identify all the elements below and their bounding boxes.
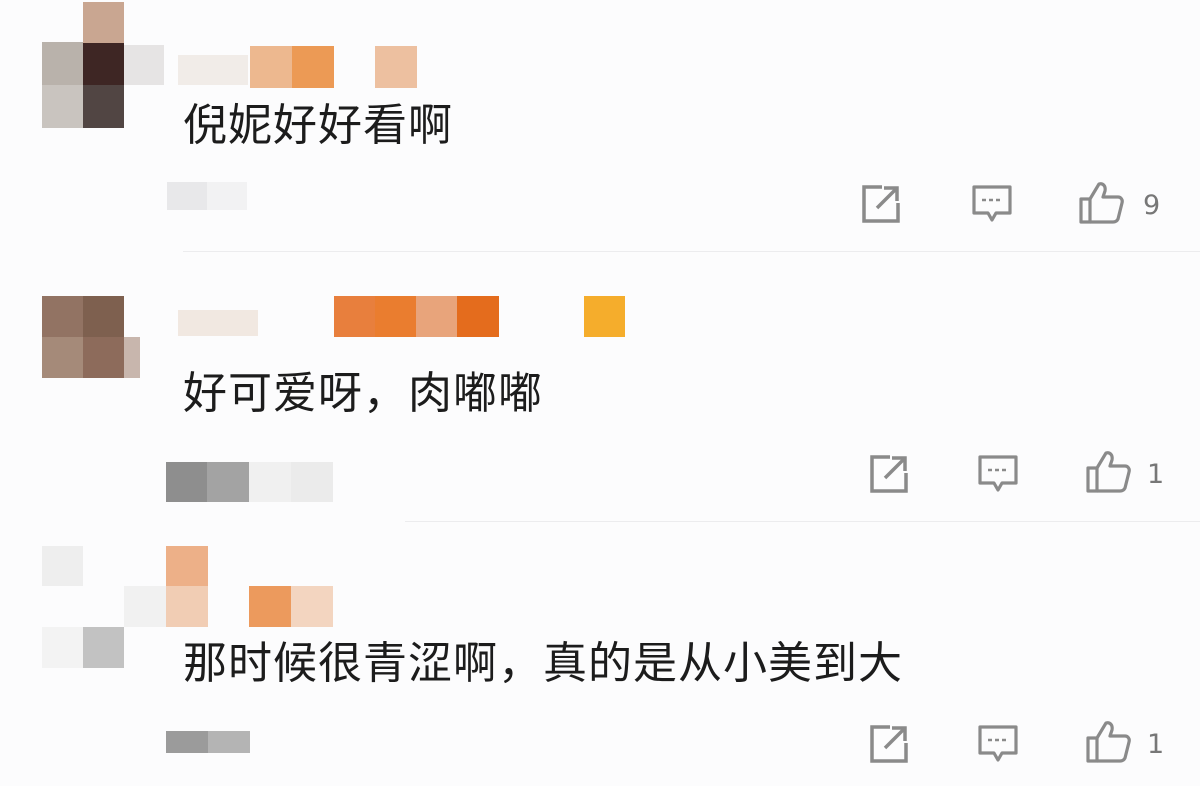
timestamp: [208, 731, 250, 753]
username: [166, 546, 208, 586]
comment-button[interactable]: [976, 723, 1020, 765]
avatar: [42, 627, 83, 668]
like-count: 1: [1147, 729, 1165, 760]
username: [291, 586, 333, 627]
avatar: [83, 627, 124, 668]
like-button[interactable]: [1085, 719, 1133, 765]
share-icon: [870, 725, 908, 763]
username: [166, 586, 208, 627]
comment-item: 那时候很青涩啊，真的是从小美到大 1: [0, 0, 1200, 786]
avatar: [124, 586, 166, 627]
timestamp: [166, 731, 208, 753]
avatar: [42, 546, 83, 586]
share-button[interactable]: [868, 723, 910, 765]
like-icon: [1086, 721, 1131, 763]
username: [249, 586, 291, 627]
comment-text: 那时候很青涩啊，真的是从小美到大: [183, 638, 903, 689]
comment-icon: [978, 725, 1018, 762]
